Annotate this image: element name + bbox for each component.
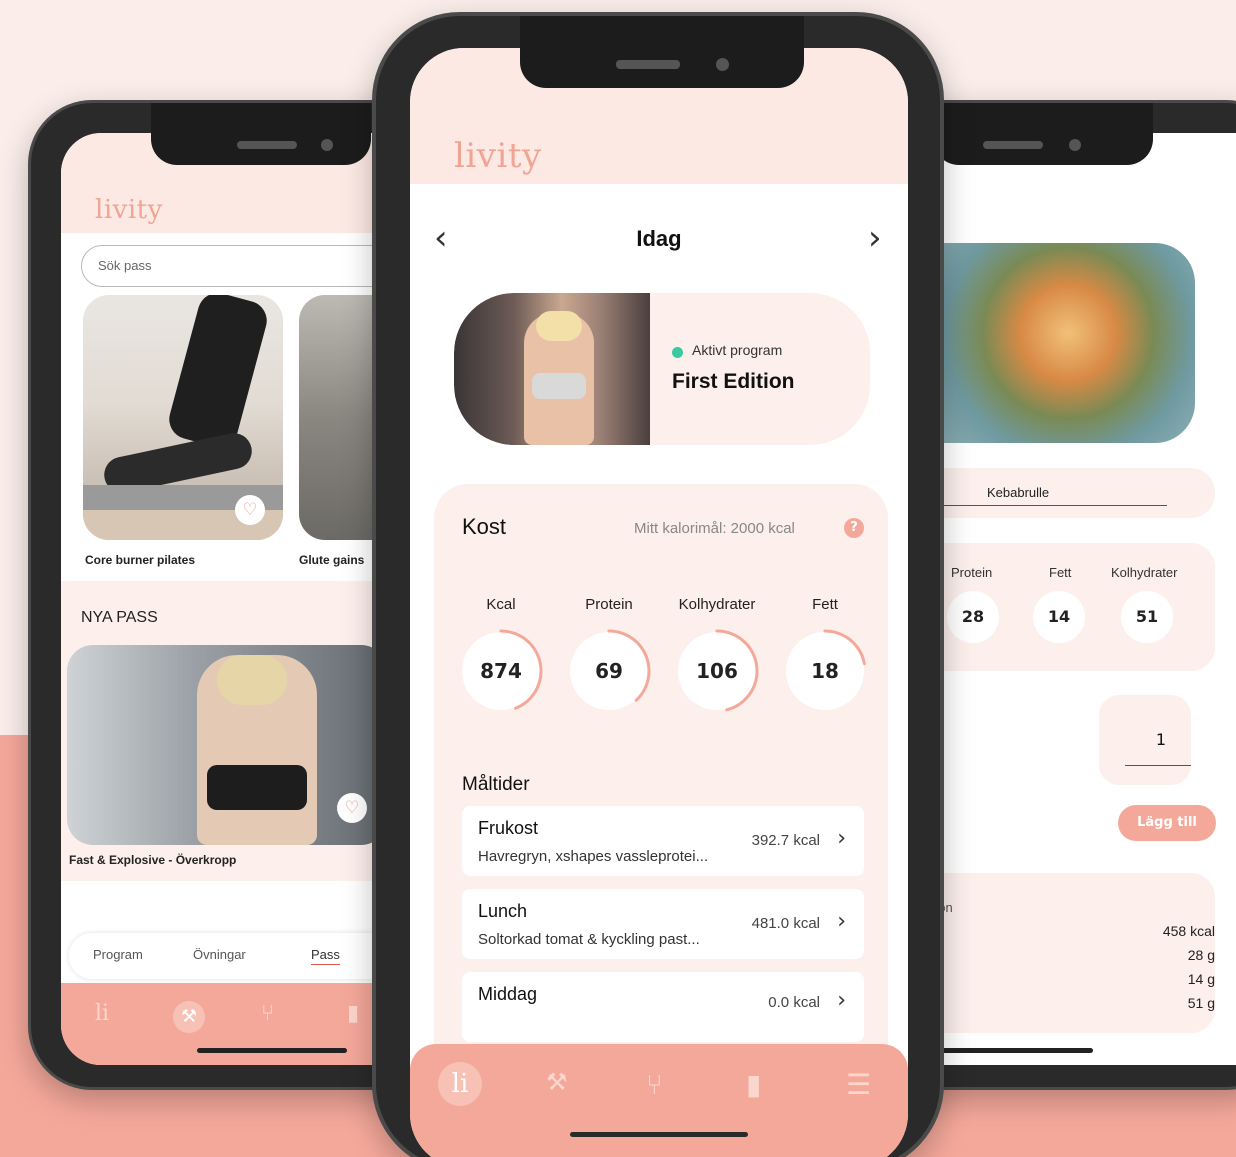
macro-value: 28 <box>947 591 999 643</box>
camera <box>716 58 729 71</box>
macro-label: Fett <box>812 596 838 613</box>
next-day-button[interactable]: › <box>868 218 882 258</box>
home-logo-icon[interactable]: li <box>95 1001 109 1026</box>
speaker <box>616 60 680 69</box>
day-title: Idag <box>636 226 682 251</box>
meal-name: Lunch <box>478 901 528 921</box>
calorie-goal: Mitt kalorimål: 2000 kcal <box>634 520 795 537</box>
help-icon[interactable]: ? <box>844 518 864 538</box>
center-screen: livity ‹ Idag › Aktivt program First Edi… <box>410 48 908 1157</box>
right-screen: Kebabrulle Protein Fett Kolhydrater 28 1… <box>903 133 1236 1065</box>
card-caption: Core burner pilates <box>85 553 196 567</box>
home-logo-icon[interactable]: li <box>438 1062 482 1106</box>
notch <box>520 16 804 88</box>
macro-value: 106 <box>696 659 738 683</box>
featured-workout-card[interactable]: ♡ <box>67 645 387 845</box>
search-input[interactable]: Sök pass <box>81 245 421 287</box>
active-status-dot <box>672 347 683 358</box>
macro-value: 51 <box>1121 591 1173 643</box>
dumbbell-icon[interactable]: ⚒ <box>546 1068 568 1096</box>
macro-value: 14 <box>1033 591 1085 643</box>
meal-kcal: 481.0 kcal <box>751 915 820 932</box>
fork-knife-icon[interactable]: ⑂ <box>261 1001 274 1026</box>
macro-label: Protein <box>951 565 993 580</box>
notch <box>151 103 371 165</box>
food-image <box>913 243 1195 443</box>
camera <box>321 139 333 151</box>
nutrition-kcal: 458 kcal <box>1162 923 1215 939</box>
macro-label: Kolhydrater <box>678 596 756 613</box>
meal-description: Soltorkad tomat & kyckling past... <box>478 931 700 948</box>
heart-icon[interactable]: ♡ <box>235 495 265 525</box>
center-logo: livity <box>454 136 542 176</box>
macro-value: 69 <box>595 659 623 683</box>
program-status: Aktivt program <box>692 342 783 358</box>
meal-row-middag[interactable]: Middag 0.0 kcal › <box>462 972 864 1042</box>
macro-value: 874 <box>480 659 522 683</box>
macro-label: Kolhydrater <box>1111 565 1178 580</box>
macro-label: Kcal <box>486 596 516 613</box>
section-title: NYA PASS <box>81 609 158 626</box>
quantity-input[interactable]: 1 <box>1135 730 1187 749</box>
add-button[interactable]: Lägg till <box>1118 805 1216 841</box>
meal-description: Havregryn, xshapes vassleprotei... <box>478 848 709 865</box>
nutrition-protein: 28 g <box>1187 947 1215 963</box>
fork-knife-icon[interactable]: ⑂ <box>646 1068 663 1101</box>
workout-card-pilates[interactable]: ♡ <box>83 295 283 540</box>
heart-icon[interactable]: ♡ <box>337 793 367 823</box>
meal-name: Frukost <box>478 818 539 838</box>
macro-value: 18 <box>811 659 839 683</box>
tab-program[interactable]: Program <box>93 947 143 962</box>
featured-caption: Fast & Explosive - Överkropp <box>69 853 237 867</box>
home-indicator <box>197 1048 347 1053</box>
tab-pass[interactable]: Pass <box>311 947 340 965</box>
chevron-right-icon: › <box>837 988 846 1013</box>
tab-ovningar[interactable]: Övningar <box>193 947 246 962</box>
meal-row-lunch[interactable]: Lunch Soltorkad tomat & kyckling past...… <box>462 889 864 959</box>
program-name: First Edition <box>672 370 795 393</box>
food-name-box <box>903 468 1215 518</box>
speaker <box>983 141 1043 149</box>
macro-label: Fett <box>1049 565 1072 580</box>
quantity-underline <box>1125 765 1191 766</box>
program-image <box>454 293 650 445</box>
macro-label: Protein <box>585 596 633 613</box>
menu-icon[interactable]: ☰ <box>846 1068 871 1101</box>
chart-icon[interactable]: ▮ <box>347 1001 359 1026</box>
nutrition-fat: 14 g <box>1187 971 1215 987</box>
chevron-right-icon: › <box>837 909 846 934</box>
nutrition-box <box>903 873 1215 1033</box>
home-indicator <box>570 1132 748 1137</box>
speaker <box>237 141 297 149</box>
food-name: Kebabrulle <box>987 485 1050 500</box>
meal-kcal: 0.0 kcal <box>768 994 820 1011</box>
active-program-card[interactable]: Aktivt program First Edition <box>454 293 870 445</box>
notch <box>933 103 1153 165</box>
nutrition-title: Kost <box>462 514 507 539</box>
chart-icon[interactable]: ▮ <box>746 1068 761 1101</box>
dumbbell-icon[interactable]: ⚒ <box>173 1001 205 1033</box>
meal-name: Middag <box>478 984 538 1004</box>
meal-kcal: 392.7 kcal <box>751 832 820 849</box>
meal-row-frukost[interactable]: Frukost Havregryn, xshapes vassleprotei.… <box>462 806 864 876</box>
nutrition-carbs: 51 g <box>1187 995 1215 1011</box>
meals-title: Måltider <box>462 774 530 795</box>
food-name-underline <box>921 505 1167 506</box>
bottom-nav: li ⚒ ⑂ ▮ ☰ <box>410 1044 908 1157</box>
chevron-right-icon: › <box>837 826 846 851</box>
card-caption: Glute gains <box>299 553 365 567</box>
phone-center: livity ‹ Idag › Aktivt program First Edi… <box>372 12 944 1157</box>
home-indicator <box>933 1048 1093 1053</box>
camera <box>1069 139 1081 151</box>
left-logo: livity <box>95 195 163 225</box>
